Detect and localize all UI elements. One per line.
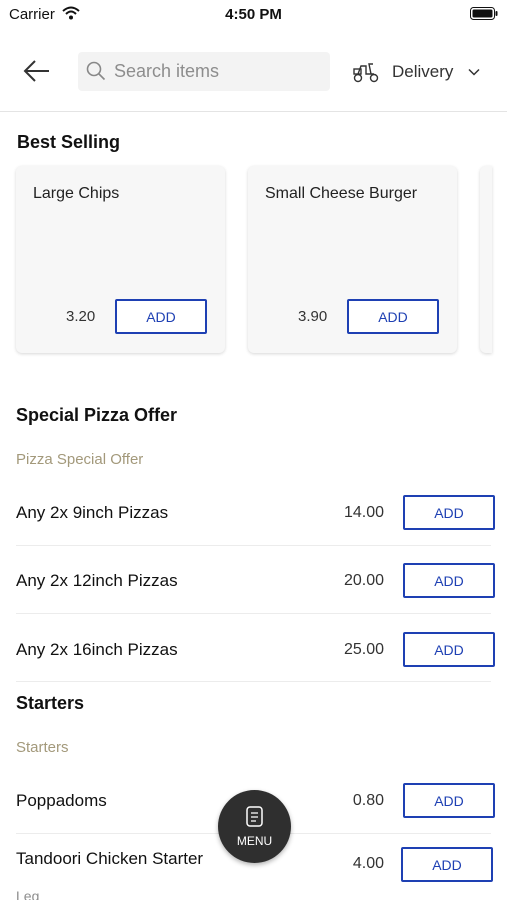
back-arrow-icon[interactable]: [22, 58, 52, 84]
chevron-down-icon: [468, 68, 480, 76]
add-button[interactable]: ADD: [115, 299, 207, 334]
product-card[interactable]: Large Chips 3.20 ADD: [16, 166, 225, 353]
menu-item-name: Any 2x 9inch Pizzas: [16, 503, 169, 522]
menu-item-row[interactable]: Any 2x 16inch Pizzas 25.00 ADD: [16, 614, 495, 682]
menu-item-name: Tandoori Chicken Starter: [16, 849, 204, 868]
menu-item-price: 0.80: [352, 792, 384, 809]
menu-item-name: Any 2x 12inch Pizzas: [16, 571, 178, 590]
add-button[interactable]: ADD: [347, 299, 439, 334]
menu-item-price: 14.00: [343, 504, 384, 521]
product-card-price: 3.20: [66, 308, 96, 325]
menu-fab-button[interactable]: MENU: [218, 790, 291, 863]
add-button[interactable]: ADD: [403, 563, 495, 598]
menu-item-name: Poppadoms: [16, 791, 107, 810]
product-card-peek[interactable]: [480, 166, 492, 353]
menu-item-name: Any 2x 16inch Pizzas: [16, 640, 178, 659]
delivery-selector[interactable]: Delivery: [352, 58, 492, 86]
special-pizza-title: Special Pizza Offer: [16, 405, 178, 425]
menu-item-price: 25.00: [343, 641, 384, 658]
menu-item-price: 4.00: [352, 855, 384, 872]
menu-item-description: Leg: [16, 888, 40, 900]
product-card-name: Large Chips: [33, 185, 120, 202]
battery-icon: [470, 7, 498, 20]
best-selling-title: Best Selling: [17, 132, 121, 152]
product-card-name: Small Cheese Burger: [265, 185, 418, 202]
menu-item-row[interactable]: Any 2x 12inch Pizzas 20.00 ADD: [16, 546, 495, 614]
status-time: 4:50 PM: [225, 6, 282, 23]
search-bar[interactable]: [78, 52, 330, 91]
delivery-label: Delivery: [392, 62, 454, 81]
menu-item-price: 20.00: [343, 572, 384, 589]
product-card-price: 3.90: [298, 308, 328, 325]
search-input[interactable]: [114, 52, 324, 91]
menu-fab-label: MENU: [236, 834, 273, 848]
search-icon: [86, 61, 106, 81]
top-header: Delivery: [0, 40, 507, 112]
starters-title: Starters: [16, 693, 85, 713]
menu-book-icon: [246, 806, 263, 827]
starters-subtitle: Starters: [16, 739, 69, 756]
add-button[interactable]: ADD: [401, 847, 493, 882]
scooter-icon: [353, 63, 379, 83]
add-button[interactable]: ADD: [403, 632, 495, 667]
add-button[interactable]: ADD: [403, 783, 495, 818]
menu-item-row[interactable]: Any 2x 9inch Pizzas 14.00 ADD: [16, 478, 495, 546]
special-pizza-subtitle: Pizza Special Offer: [16, 451, 144, 468]
add-button[interactable]: ADD: [403, 495, 495, 530]
product-card[interactable]: Small Cheese Burger 3.90 ADD: [248, 166, 457, 353]
status-bar: Carrier 4:50 PM: [0, 0, 507, 28]
